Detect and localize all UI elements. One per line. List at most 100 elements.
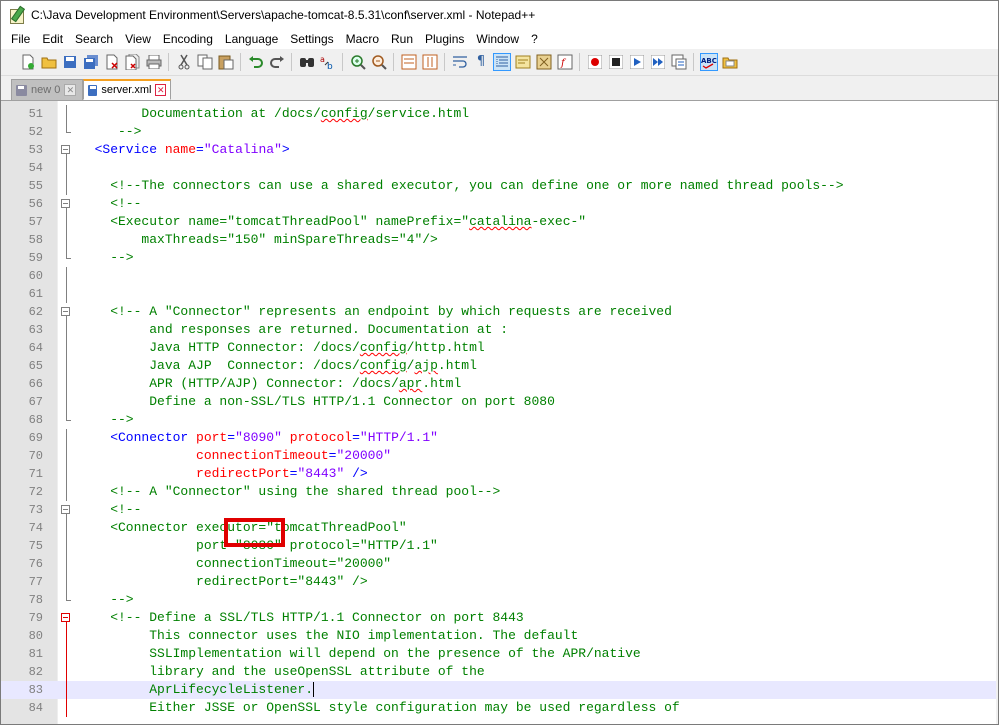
misspelled-token: ajp <box>414 358 438 373</box>
code-line[interactable]: 58 maxThreads="150" minSpareThreads="4"/… <box>1 231 996 249</box>
fold-toggle-icon[interactable] <box>61 609 73 627</box>
code-line[interactable]: 56 <!-- <box>1 195 996 213</box>
run-macro-multiple-icon[interactable] <box>650 54 666 70</box>
line-number: 52 <box>28 125 43 139</box>
line-number: 74 <box>28 521 43 535</box>
save-icon[interactable] <box>62 54 78 70</box>
code-line[interactable]: 80 This connector uses the NIO implement… <box>1 627 996 645</box>
function-list-icon[interactable]: f <box>557 54 573 70</box>
spell-check-settings-icon[interactable] <box>722 54 738 70</box>
code-line[interactable]: 72 <!-- A "Connector" using the shared t… <box>1 483 996 501</box>
menu-file[interactable]: File <box>5 29 36 49</box>
menu-view[interactable]: View <box>119 29 157 49</box>
user-defined-language-icon[interactable] <box>515 54 531 70</box>
fold-toggle-icon[interactable] <box>61 303 73 321</box>
show-all-characters-icon[interactable]: ¶ <box>473 54 489 70</box>
menu-plugins[interactable]: Plugins <box>419 29 470 49</box>
menu-search[interactable]: Search <box>69 29 119 49</box>
toolbar-separator <box>291 53 292 71</box>
tab-server-xml[interactable]: server.xml ✕ <box>83 79 171 100</box>
code-line[interactable]: 55 <!--The connectors can use a shared e… <box>1 177 996 195</box>
code-line[interactable]: 65 Java AJP Connector: /docs/config/ajp.… <box>1 357 996 375</box>
zoom-in-icon[interactable] <box>350 54 366 70</box>
code-line[interactable]: 83 AprLifecycleListener. <box>1 681 996 699</box>
close-icon[interactable] <box>104 54 120 70</box>
close-all-icon[interactable] <box>125 54 141 70</box>
code-line[interactable]: 51 Documentation at /docs/config/service… <box>1 105 996 123</box>
code-line[interactable]: 67 Define a non-SSL/TLS HTTP/1.1 Connect… <box>1 393 996 411</box>
code-line[interactable]: 64 Java HTTP Connector: /docs/config/htt… <box>1 339 996 357</box>
menu-language[interactable]: Language <box>219 29 284 49</box>
title-bar: C:\Java Development Environment\Servers\… <box>1 1 998 29</box>
code-line[interactable]: 81 SSLImplementation will depend on the … <box>1 645 996 663</box>
sync-horizontal-icon[interactable] <box>422 54 438 70</box>
code-line[interactable]: 76 connectionTimeout="20000" <box>1 555 996 573</box>
code-line[interactable]: 74 <Connector executor="tomcatThreadPool… <box>1 519 996 537</box>
code-line[interactable]: 69 <Connector port="8090" protocol="HTTP… <box>1 429 996 447</box>
code-line[interactable]: 78 --> <box>1 591 996 609</box>
code-token: maxThreads="150" minSpareThreads="4"/> <box>79 232 438 247</box>
paste-icon[interactable] <box>218 54 234 70</box>
code-line[interactable]: 54 <box>1 159 996 177</box>
editor-area[interactable]: 51 Documentation at /docs/config/service… <box>1 101 996 724</box>
print-icon[interactable] <box>146 54 162 70</box>
code-line[interactable]: 71 redirectPort="8443" /> <box>1 465 996 483</box>
code-line[interactable]: 60 <box>1 267 996 285</box>
menu-settings[interactable]: Settings <box>284 29 339 49</box>
find-icon[interactable] <box>299 54 315 70</box>
tab-bar: new 0 ✕ server.xml ✕ <box>1 76 998 101</box>
tab-new-0[interactable]: new 0 ✕ <box>11 79 83 100</box>
code-line[interactable]: 70 connectionTimeout="20000" <box>1 447 996 465</box>
close-tab-icon[interactable]: ✕ <box>64 84 77 96</box>
code-line[interactable]: 82 library and the useOpenSSL attribute … <box>1 663 996 681</box>
menu-help[interactable]: ? <box>525 29 544 49</box>
notepadpp-window: C:\Java Development Environment\Servers\… <box>0 0 999 725</box>
document-map-icon[interactable] <box>536 54 552 70</box>
code-token: "8443" <box>297 466 345 481</box>
stop-recording-icon[interactable] <box>608 54 624 70</box>
fold-toggle-icon[interactable] <box>61 195 73 213</box>
line-number: 79 <box>28 611 43 625</box>
fold-toggle-icon[interactable] <box>61 501 73 519</box>
close-tab-icon[interactable]: ✕ <box>155 84 166 96</box>
new-file-icon[interactable] <box>20 54 36 70</box>
open-file-icon[interactable] <box>41 54 57 70</box>
spell-check-icon[interactable]: ABC <box>700 53 718 71</box>
zoom-out-icon[interactable] <box>371 54 387 70</box>
undo-icon[interactable] <box>248 54 264 70</box>
line-number: 75 <box>28 539 43 553</box>
code-line[interactable]: 79 <!-- Define a SSL/TLS HTTP/1.1 Connec… <box>1 609 996 627</box>
redo-icon[interactable] <box>269 54 285 70</box>
playback-macro-icon[interactable] <box>629 54 645 70</box>
menu-encoding[interactable]: Encoding <box>157 29 219 49</box>
menu-run[interactable]: Run <box>385 29 419 49</box>
menu-macro[interactable]: Macro <box>340 29 385 49</box>
save-all-icon[interactable] <box>83 54 99 70</box>
indent-guide-icon[interactable] <box>493 53 511 71</box>
code-line[interactable]: 63 and responses are returned. Documenta… <box>1 321 996 339</box>
cut-icon[interactable] <box>176 54 192 70</box>
fold-toggle-icon[interactable] <box>61 141 73 159</box>
menu-window[interactable]: Window <box>470 29 525 49</box>
code-line[interactable]: 75 port="8080" protocol="HTTP/1.1" <box>1 537 996 555</box>
save-macro-icon[interactable] <box>671 54 687 70</box>
word-wrap-icon[interactable] <box>452 54 468 70</box>
code-line[interactable]: 68 --> <box>1 411 996 429</box>
record-macro-icon[interactable] <box>587 54 603 70</box>
sync-vertical-icon[interactable] <box>401 54 417 70</box>
code-line[interactable]: 52 --> <box>1 123 996 141</box>
code-line[interactable]: 66 APR (HTTP/AJP) Connector: /docs/apr.h… <box>1 375 996 393</box>
replace-icon[interactable]: ab <box>320 54 336 70</box>
code-line[interactable]: 62 <!-- A "Connector" represents an endp… <box>1 303 996 321</box>
menu-edit[interactable]: Edit <box>36 29 69 49</box>
code-line[interactable]: 59 --> <box>1 249 996 267</box>
code-line[interactable]: 73 <!-- <box>1 501 996 519</box>
code-line[interactable]: 84 Either JSSE or OpenSSL style configur… <box>1 699 996 717</box>
copy-icon[interactable] <box>197 54 213 70</box>
code-line[interactable]: 61 <box>1 285 996 303</box>
code-line[interactable]: 57 <Executor name="tomcatThreadPool" nam… <box>1 213 996 231</box>
code-line[interactable]: 53 <Service name="Catalina"> <box>1 141 996 159</box>
code-line[interactable]: 77 redirectPort="8443" /> <box>1 573 996 591</box>
misspelled-token: catalina <box>469 214 532 229</box>
